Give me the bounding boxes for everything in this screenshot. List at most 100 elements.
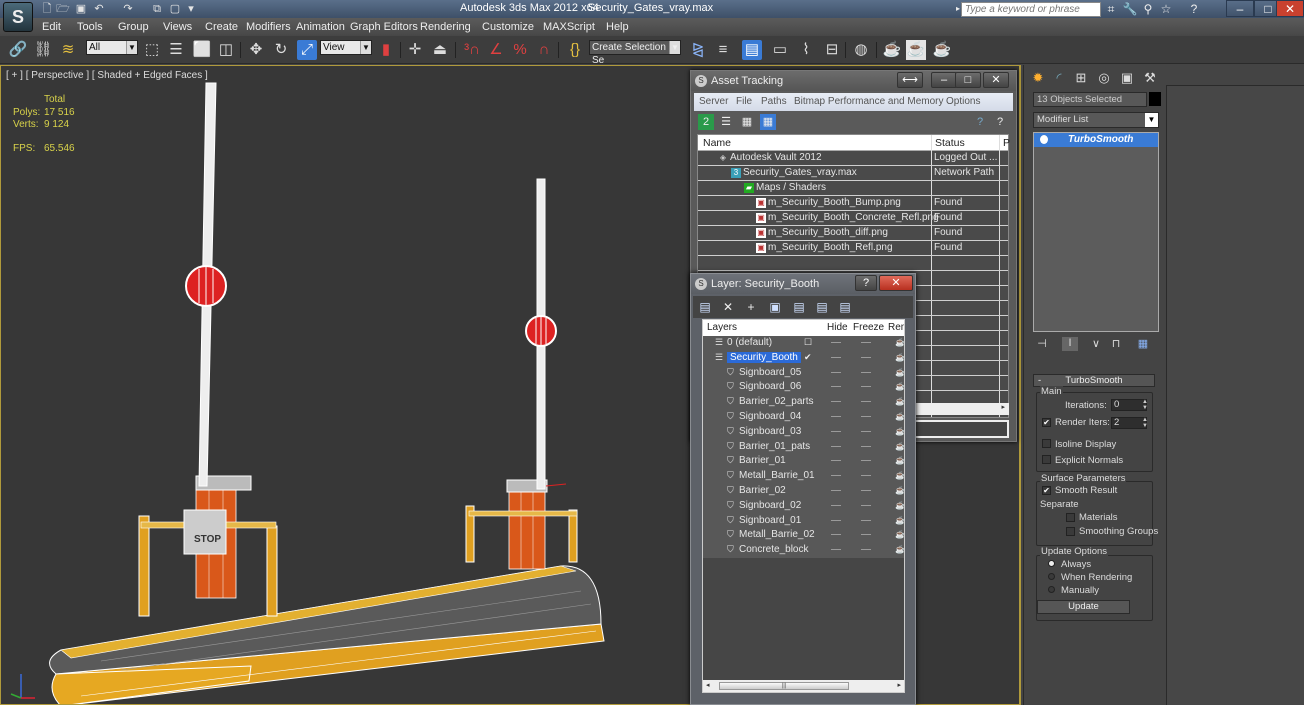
keyboard-shortcut-override-icon[interactable]: ⏏ [430,40,450,60]
freeze-toggle[interactable] [861,386,871,388]
asset-maximize-button[interactable]: □ [955,72,981,88]
snaps-toggle-icon[interactable]: ³∩ [462,40,482,60]
set-current-layer-checkbox[interactable]: ☐ [804,337,812,348]
left-booth[interactable]: STOP [138,475,278,617]
asset-row[interactable]: ▣ m_Security_Booth_Concrete_Refl.png Found [698,211,1008,226]
hide-toggle[interactable] [831,504,841,506]
object-color-swatch[interactable] [1149,92,1161,106]
layer-close-button[interactable]: ✕ [879,275,913,291]
asset-row[interactable]: 3 Security_Gates_vray.max Network Path [698,166,1008,181]
project-folder-icon[interactable]: ▢ [168,2,182,16]
freeze-toggle[interactable] [861,401,871,403]
curve-editor-icon[interactable]: ⌇ [796,40,816,60]
column-name[interactable]: Name [703,137,731,149]
qat-dropdown-icon[interactable]: ▾ [184,2,198,16]
manipulate-icon[interactable]: ✛ [405,40,425,60]
render-teapot-icon[interactable]: ☕ [895,427,904,436]
lightbulb-icon[interactable] [1040,135,1048,144]
menu-views[interactable]: Views [163,21,192,33]
layer-manager-icon[interactable]: ▤ [742,40,762,60]
configure-modifier-sets-icon[interactable]: ▦ [1135,337,1151,351]
hide-toggle[interactable] [831,342,841,343]
freeze-toggle[interactable] [861,475,871,477]
column-hide[interactable]: Hide [827,322,848,333]
create-tab-icon[interactable]: ✹ [1028,69,1048,87]
asset-menu-paths[interactable]: Paths [761,96,787,107]
reference-coordinate-dropdown[interactable]: View ▼ [320,40,372,55]
hold-icon[interactable]: ⧉ [150,2,164,16]
motion-tab-icon[interactable]: ◎ [1094,69,1114,87]
hide-toggle[interactable] [831,460,841,462]
selection-filter-dropdown[interactable]: All ▼ [86,40,138,55]
layer-object-row[interactable]: ⛉ Barrier_02_parts ☕ [703,395,904,410]
hide-toggle[interactable] [831,356,841,358]
dock-toggle-button[interactable]: ⟷ [897,72,923,88]
pin-stack-icon[interactable]: ⊣ [1034,337,1050,351]
freeze-toggle[interactable] [861,549,871,551]
table-view-icon[interactable]: ▦ [760,114,776,130]
edit-named-selection-icon[interactable]: {} [565,40,585,60]
open-file-icon[interactable]: 🗁 [56,2,70,16]
modifier-list-dropdown[interactable]: Modifier List ▼ [1033,112,1159,128]
smooth-result-checkbox[interactable]: ✔ [1042,486,1051,495]
layer-object-row[interactable]: ⛉ Concrete_block ☕ [703,543,904,558]
menu-group[interactable]: Group [118,21,149,33]
render-teapot-icon[interactable]: ☕ [895,368,904,377]
menu-create[interactable]: Create [205,21,238,33]
menu-maxscript[interactable]: MAXScript [543,21,595,33]
asset-row[interactable]: ▣ m_Security_Booth_Bump.png Found [698,196,1008,211]
hide-toggle[interactable] [831,519,841,521]
menu-rendering[interactable]: Rendering [420,21,471,33]
angle-snap-icon[interactable]: ∠ [486,40,506,60]
object-name-field[interactable]: 13 Objects Selected [1033,92,1147,107]
add-to-layer-icon[interactable]: + [743,299,759,315]
right-booth[interactable] [465,479,578,570]
named-selection-dropdown[interactable]: Create Selection Se ▼ [589,40,681,66]
freeze-toggle[interactable] [861,460,871,462]
hide-toggle[interactable] [831,445,841,447]
scroll-right-icon[interactable]: ▸ [1001,403,1005,411]
menu-edit[interactable]: Edit [42,21,61,33]
layer-object-row[interactable]: ⛉ Signboard_03 ☕ [703,424,904,440]
redo-icon[interactable]: ↷ [121,2,135,16]
layer-object-row[interactable]: ⛉ Barrier_01 ☕ [703,454,904,470]
minimize-button[interactable]: – [1226,0,1254,17]
column-render[interactable]: Ren [888,322,904,333]
asset-close-button[interactable]: ✕ [983,72,1009,88]
scroll-right-icon[interactable]: ▸ [897,681,901,689]
hide-toggle[interactable] [831,489,841,491]
window-crossing-icon[interactable]: ◫ [216,40,236,60]
column-layers[interactable]: Layers [707,322,737,333]
utilities-tab-icon[interactable]: ⚒ [1140,69,1160,87]
graphite-modeling-tools-icon[interactable]: ▭ [770,40,790,60]
pivot-center-icon[interactable]: ▮ [376,40,396,60]
select-and-link-icon[interactable]: 🔗 [8,40,28,60]
hide-toggle[interactable] [831,430,841,432]
render-teapot-icon[interactable]: ☕ [895,382,904,391]
layer-object-row[interactable]: ⛉ Metall_Barrie_01 ☕ [703,469,904,484]
thumbnail-view-icon[interactable]: ▦ [739,114,755,130]
render-teapot-icon[interactable]: ☕ [895,412,904,421]
help-icon[interactable]: ? [972,114,988,130]
render-teapot-icon[interactable]: ☕ [895,501,904,510]
help-icon[interactable]: ? [1186,2,1202,16]
set-current-layer-icon[interactable]: ▤ [814,299,830,315]
render-teapot-icon[interactable]: ☕ [895,486,904,495]
mirror-icon[interactable]: ⧎ [688,40,708,60]
asset-row[interactable]: ▣ m_Security_Booth_Refl.png Found [698,241,1008,256]
update-button[interactable]: Update [1037,600,1130,614]
render-teapot-icon[interactable]: ☕ [895,530,904,539]
freeze-toggle[interactable] [861,356,871,358]
spinner-snap-icon[interactable]: ∩ [534,40,554,60]
column-freeze[interactable]: Freeze [853,322,884,333]
freeze-toggle[interactable] [861,342,871,343]
refresh-icon[interactable]: 2 [698,114,714,130]
smoothing-groups-checkbox[interactable] [1066,527,1075,536]
hide-toggle[interactable] [831,386,841,388]
list-view-icon[interactable]: ☰ [718,114,734,130]
column-path[interactable]: P [1003,137,1010,149]
update-always-radio[interactable] [1048,560,1055,567]
align-icon[interactable]: ≡ [713,40,733,60]
render-teapot-icon[interactable]: ☕ [895,471,904,480]
layer-object-row[interactable]: ⛉ Signboard_01 ☕ [703,513,904,529]
